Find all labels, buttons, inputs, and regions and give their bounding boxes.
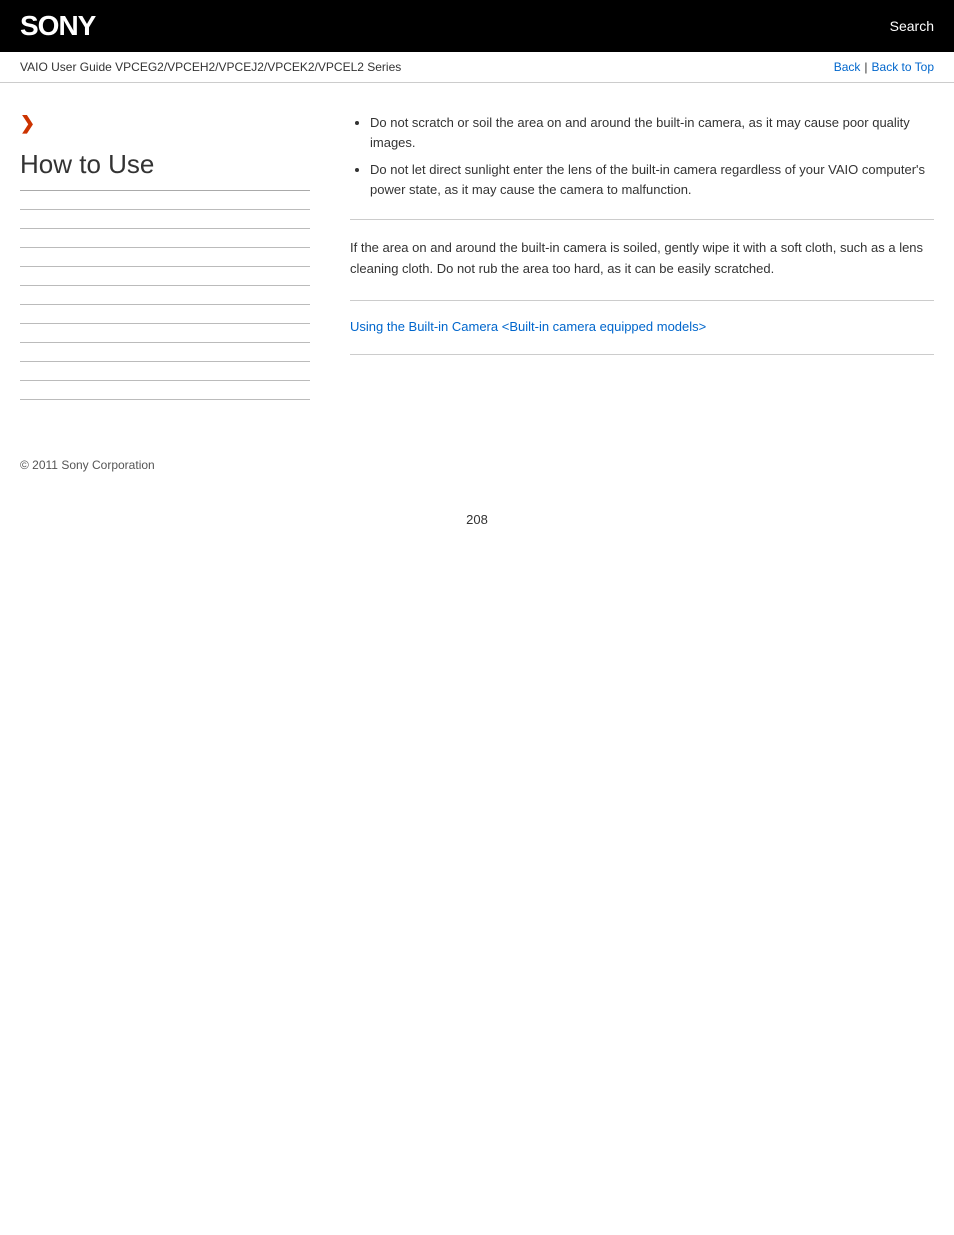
nav-title: VAIO User Guide VPCEG2/VPCEH2/VPCEJ2/VPC… bbox=[20, 60, 401, 74]
page-number: 208 bbox=[0, 492, 954, 547]
footer: © 2011 Sony Corporation bbox=[0, 438, 954, 492]
sidebar-line-8 bbox=[20, 342, 310, 343]
sidebar: ❯ How to Use bbox=[20, 103, 330, 418]
sidebar-line-10 bbox=[20, 380, 310, 381]
back-to-top-link[interactable]: Back to Top bbox=[872, 60, 934, 74]
main-container: ❯ How to Use Do not scratch or soil the … bbox=[0, 83, 954, 438]
sidebar-line-11 bbox=[20, 399, 310, 400]
content-paragraph: If the area on and around the built-in c… bbox=[350, 238, 934, 280]
sidebar-line-4 bbox=[20, 266, 310, 267]
content-divider-1 bbox=[350, 219, 934, 220]
nav-links: Back | Back to Top bbox=[834, 60, 934, 74]
bullet-section: Do not scratch or soil the area on and a… bbox=[350, 113, 934, 199]
sidebar-line-3 bbox=[20, 247, 310, 248]
back-link[interactable]: Back bbox=[834, 60, 861, 74]
sidebar-line-7 bbox=[20, 323, 310, 324]
header: SONY Search bbox=[0, 0, 954, 52]
copyright-text: © 2011 Sony Corporation bbox=[20, 458, 155, 472]
sidebar-arrow-icon: ❯ bbox=[20, 113, 310, 134]
content-area: Do not scratch or soil the area on and a… bbox=[330, 103, 934, 418]
built-in-camera-link[interactable]: Using the Built-in Camera <Built-in came… bbox=[350, 319, 706, 334]
bullet-text-2: Do not let direct sunlight enter the len… bbox=[370, 162, 925, 197]
sidebar-line-2 bbox=[20, 228, 310, 229]
bullet-text-1: Do not scratch or soil the area on and a… bbox=[370, 115, 910, 150]
bullet-list: Do not scratch or soil the area on and a… bbox=[370, 113, 934, 199]
link-section: Using the Built-in Camera <Built-in came… bbox=[350, 319, 934, 334]
sony-logo: SONY bbox=[20, 10, 95, 42]
sidebar-line-9 bbox=[20, 361, 310, 362]
sidebar-line-1 bbox=[20, 209, 310, 210]
content-divider-3 bbox=[350, 354, 934, 355]
paragraph-section: If the area on and around the built-in c… bbox=[350, 238, 934, 280]
sidebar-lines-group bbox=[20, 209, 310, 400]
nav-bar: VAIO User Guide VPCEG2/VPCEH2/VPCEJ2/VPC… bbox=[0, 52, 954, 83]
sidebar-line-6 bbox=[20, 304, 310, 305]
list-item: Do not scratch or soil the area on and a… bbox=[370, 113, 934, 152]
sidebar-divider bbox=[20, 190, 310, 191]
list-item: Do not let direct sunlight enter the len… bbox=[370, 160, 934, 199]
content-divider-2 bbox=[350, 300, 934, 301]
search-button[interactable]: Search bbox=[890, 18, 934, 34]
nav-separator: | bbox=[864, 60, 867, 74]
section-title: How to Use bbox=[20, 149, 310, 180]
sidebar-line-5 bbox=[20, 285, 310, 286]
